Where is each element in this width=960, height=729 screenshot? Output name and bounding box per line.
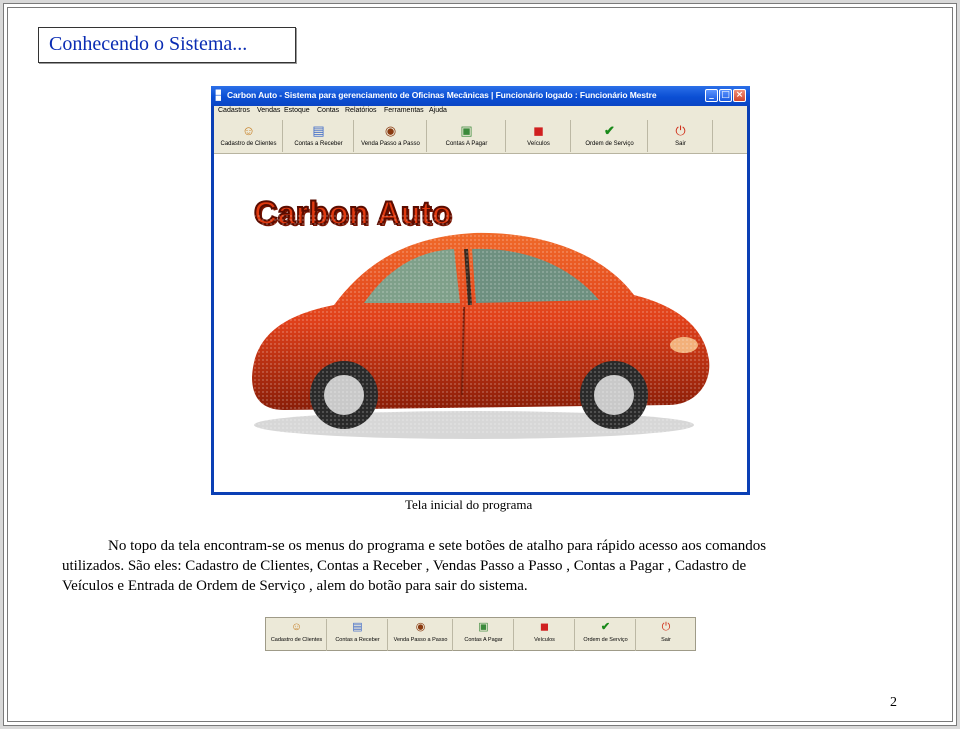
car-icon: ◼ [533, 123, 544, 138]
menu-relatorios[interactable]: Relatórios [345, 107, 377, 114]
paragraph-line: utilizados. São eles: Cadastro de Client… [62, 558, 747, 574]
ordem-servico-button[interactable]: ✔ Ordem de Serviço [572, 120, 648, 152]
strip-contas-receber-button: ▤ Contas a Receber [328, 619, 388, 651]
check-icon: ✔ [600, 621, 611, 633]
car-icon: ◼ [539, 621, 550, 633]
body-paragraph: No topo da tela encontram-se os menus do… [62, 536, 902, 596]
paragraph-line: Veículos e Entrada de Ordem de Serviço ,… [62, 578, 528, 594]
menu-estoque[interactable]: Estoque [284, 107, 310, 114]
menu-vendas[interactable]: Vendas [257, 107, 280, 114]
contas-receber-button[interactable]: ▤ Contas a Receber [284, 120, 354, 152]
app-window: ■ ■ Carbon Auto - Sistema para gerenciame… [211, 86, 750, 495]
cart-icon: ◉ [415, 621, 426, 633]
people-icon: ☺ [241, 123, 256, 138]
cart-icon: ◉ [384, 123, 397, 138]
menu-bar: Cadastros Vendas Estoque Contas Relatóri… [214, 106, 747, 118]
bill-icon: ▣ [460, 123, 473, 138]
menu-cadastros[interactable]: Cadastros [218, 107, 250, 114]
ledger-icon: ▤ [352, 621, 363, 633]
window-title: Carbon Auto - Sistema para gerenciamento… [227, 90, 657, 100]
page-number: 2 [890, 695, 897, 710]
veiculos-button[interactable]: ◼ Veículos [507, 120, 571, 152]
cadastro-clientes-button[interactable]: ☺ Cadastro de Clientes [215, 120, 283, 152]
close-icon[interactable]: × [733, 89, 746, 102]
strip-contas-pagar-button: ▣ Contas A Pagar [454, 619, 514, 651]
sair-button[interactable]: ⏻ Sair [649, 120, 713, 152]
minimize-icon[interactable]: _ [705, 89, 718, 102]
section-heading-box: Conhecendo o Sistema... [38, 27, 296, 63]
menu-ferramentas[interactable]: Ferramentas [384, 107, 424, 114]
menu-ajuda[interactable]: Ajuda [429, 107, 447, 114]
people-icon: ☺ [290, 621, 303, 633]
venda-passo-button[interactable]: ◉ Venda Passo a Passo [355, 120, 427, 152]
main-canvas: Carbon Auto [214, 155, 747, 492]
window-titlebar: ■ ■ Carbon Auto - Sistema para gerenciame… [211, 86, 750, 106]
strip-venda-passo-button: ◉ Venda Passo a Passo [389, 619, 453, 651]
menu-contas[interactable]: Contas [317, 107, 339, 114]
figure-caption: Tela inicial do programa [405, 497, 533, 512]
strip-sair-button: ⏻ Sair [637, 619, 695, 651]
exit-icon: ⏻ [675, 123, 686, 138]
check-icon: ✔ [604, 123, 615, 138]
contas-pagar-button[interactable]: ▣ Contas A Pagar [428, 120, 506, 152]
section-heading: Conhecendo o Sistema... [49, 33, 248, 55]
strip-veiculos-button: ◼ Veículos [515, 619, 575, 651]
maximize-icon[interactable]: □ [719, 89, 732, 102]
exit-icon: ⏻ [661, 621, 671, 633]
app-icon: ■ ■ [215, 88, 222, 102]
bill-icon: ▣ [478, 621, 489, 633]
shortcut-toolbar: ☺ Cadastro de Clientes ▤ Contas a Recebe… [214, 118, 747, 154]
ledger-icon: ▤ [312, 123, 325, 138]
paragraph-line: No topo da tela encontram-se os menus do… [108, 538, 767, 554]
car-illustration [214, 215, 747, 439]
strip-ordem-servico-button: ✔ Ordem de Serviço [576, 619, 636, 651]
strip-cadastro-clientes-button: ☺ Cadastro de Clientes [267, 619, 327, 651]
toolbar-strip-image: ☺ Cadastro de Clientes ▤ Contas a Recebe… [265, 617, 696, 651]
